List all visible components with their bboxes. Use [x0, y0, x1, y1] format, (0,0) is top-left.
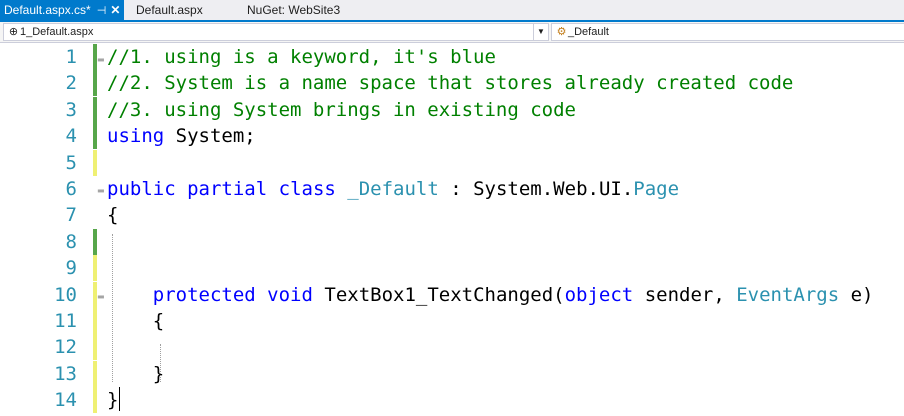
code-token: partial — [187, 178, 268, 200]
line-number: 4 — [65, 125, 77, 148]
text-caret — [119, 387, 120, 411]
code-token: { — [107, 204, 119, 227]
code-line[interactable]: 11 { — [0, 308, 904, 334]
code-line[interactable]: 2 //2. System is a name space that stores… — [0, 70, 904, 97]
saved-change-marker — [93, 123, 97, 150]
code-token: //3. using System brings in existing cod… — [107, 98, 576, 121]
code-token: _Default — [347, 178, 439, 200]
code-line[interactable]: 8 — [0, 228, 904, 255]
code-token: } — [107, 362, 165, 385]
code-token: using — [107, 125, 165, 148]
saved-change-marker — [93, 70, 97, 97]
code-token: e) — [839, 283, 874, 306]
line-number: 3 — [65, 98, 77, 121]
code-text: { — [107, 308, 164, 334]
indent-guide — [112, 234, 113, 382]
code-text: } — [107, 361, 164, 387]
code-text: //2. System is a name space that stores … — [107, 70, 793, 96]
code-line[interactable]: 13 } — [0, 360, 904, 387]
line-number: 5 — [65, 151, 77, 174]
code-token: EventArgs — [736, 283, 840, 306]
line-number: 8 — [65, 230, 77, 253]
code-token: { — [107, 310, 165, 332]
unsaved-change-marker — [93, 360, 97, 387]
code-token: //1. using is a keyword, it's blue — [107, 46, 496, 68]
document-tab-strip: Default.aspx.cs* ⊣ ✕ Default.aspx NuGet: W… — [0, 0, 904, 22]
member-dropdown[interactable]: ⚙ _Default — [551, 23, 904, 41]
code-editor[interactable]: 14} 13 } 12 11 {10 protected void TextBox1_… — [0, 43, 904, 416]
navigation-bar: ⊕ 1_Default.aspx ▼ ⚙ _Default — [0, 22, 904, 43]
tab-label: Default.aspx.cs* — [4, 3, 91, 17]
tab-nuget-website3[interactable]: NuGet: WebSite3 — [247, 0, 340, 20]
code-text: using System; — [107, 123, 256, 149]
code-text: //1. using is a keyword, it's blue — [107, 44, 496, 70]
code-token: //2. System is a name space that stores … — [107, 72, 794, 95]
code-token: } — [107, 389, 119, 412]
collapse-outline-icon[interactable]: ▬ — [97, 56, 105, 64]
line-number: 13 — [54, 362, 77, 385]
tab-default-aspx[interactable]: Default.aspx — [136, 0, 203, 20]
code-token: object — [564, 283, 634, 306]
globe-icon: ⊕ — [8, 26, 19, 38]
close-icon[interactable]: ✕ — [110, 3, 120, 17]
code-text: { — [107, 202, 118, 228]
code-line[interactable]: 3 //3. using System brings in existing co… — [0, 96, 904, 123]
unsaved-change-marker — [93, 255, 97, 282]
line-number: 14 — [54, 389, 77, 412]
code-token: System; — [164, 125, 256, 148]
unsaved-change-marker — [93, 308, 97, 334]
line-number: 10 — [54, 283, 77, 306]
chevron-down-icon[interactable]: ▼ — [533, 24, 548, 40]
code-line[interactable]: 6 public partial class _Default : System.… — [0, 176, 904, 202]
member-dropdown-label: _Default — [568, 26, 609, 38]
line-number: 6 — [65, 178, 77, 200]
code-text: //3. using System brings in existing cod… — [107, 97, 576, 123]
pin-icon[interactable]: ⊣ — [97, 5, 107, 17]
unsaved-change-marker — [93, 149, 97, 176]
line-number: 7 — [65, 204, 77, 227]
code-text: protected void TextBox1_TextChanged(obje… — [107, 282, 874, 308]
line-number: 11 — [54, 310, 77, 332]
code-line[interactable]: 5 — [0, 149, 904, 176]
code-token: TextBox1_TextChanged( — [312, 283, 565, 306]
code-token: Page — [633, 178, 680, 200]
tab-label: Default.aspx — [136, 3, 203, 17]
code-token: : System.Web.UI. — [438, 178, 634, 200]
code-text: } — [107, 387, 118, 413]
project-dropdown-label: 1_Default.aspx — [20, 26, 94, 38]
code-line[interactable]: 7{ — [0, 202, 904, 228]
collapse-outline-icon[interactable]: ▬ — [97, 293, 105, 301]
line-number: 2 — [65, 72, 77, 95]
code-token: void — [267, 283, 313, 306]
code-line[interactable]: 12 — [0, 334, 904, 361]
code-token: protected — [152, 283, 256, 306]
tab-label: NuGet: WebSite3 — [247, 3, 341, 17]
saved-change-marker — [93, 96, 97, 123]
code-line[interactable]: 10 protected void TextBox1_TextChanged(o… — [0, 281, 904, 308]
code-line[interactable]: 14} — [0, 387, 904, 414]
code-token: class — [278, 178, 336, 200]
line-number: 9 — [65, 257, 77, 280]
line-number: 12 — [54, 336, 77, 359]
project-dropdown[interactable]: ⊕ 1_Default.aspx ▼ — [3, 23, 549, 41]
code-line[interactable]: 4 using System; — [0, 123, 904, 150]
tab-default-aspx-cs[interactable]: Default.aspx.cs* ⊣ ✕ — [0, 0, 125, 20]
unsaved-change-marker — [93, 334, 97, 361]
class-icon: ⚙ — [556, 26, 567, 38]
line-number: 1 — [65, 46, 77, 68]
code-token: sender, — [633, 283, 737, 306]
collapse-outline-icon[interactable]: ▬ — [97, 187, 105, 195]
code-line[interactable]: 9 — [0, 255, 904, 282]
code-line[interactable]: 1 //1. using is a keyword, it's blue — [0, 44, 904, 70]
indent-guide — [160, 344, 161, 382]
unsaved-change-marker — [93, 387, 97, 414]
code-text: public partial class _Default : System.W… — [107, 176, 679, 202]
saved-change-marker — [93, 228, 97, 255]
code-token: public — [107, 178, 176, 200]
